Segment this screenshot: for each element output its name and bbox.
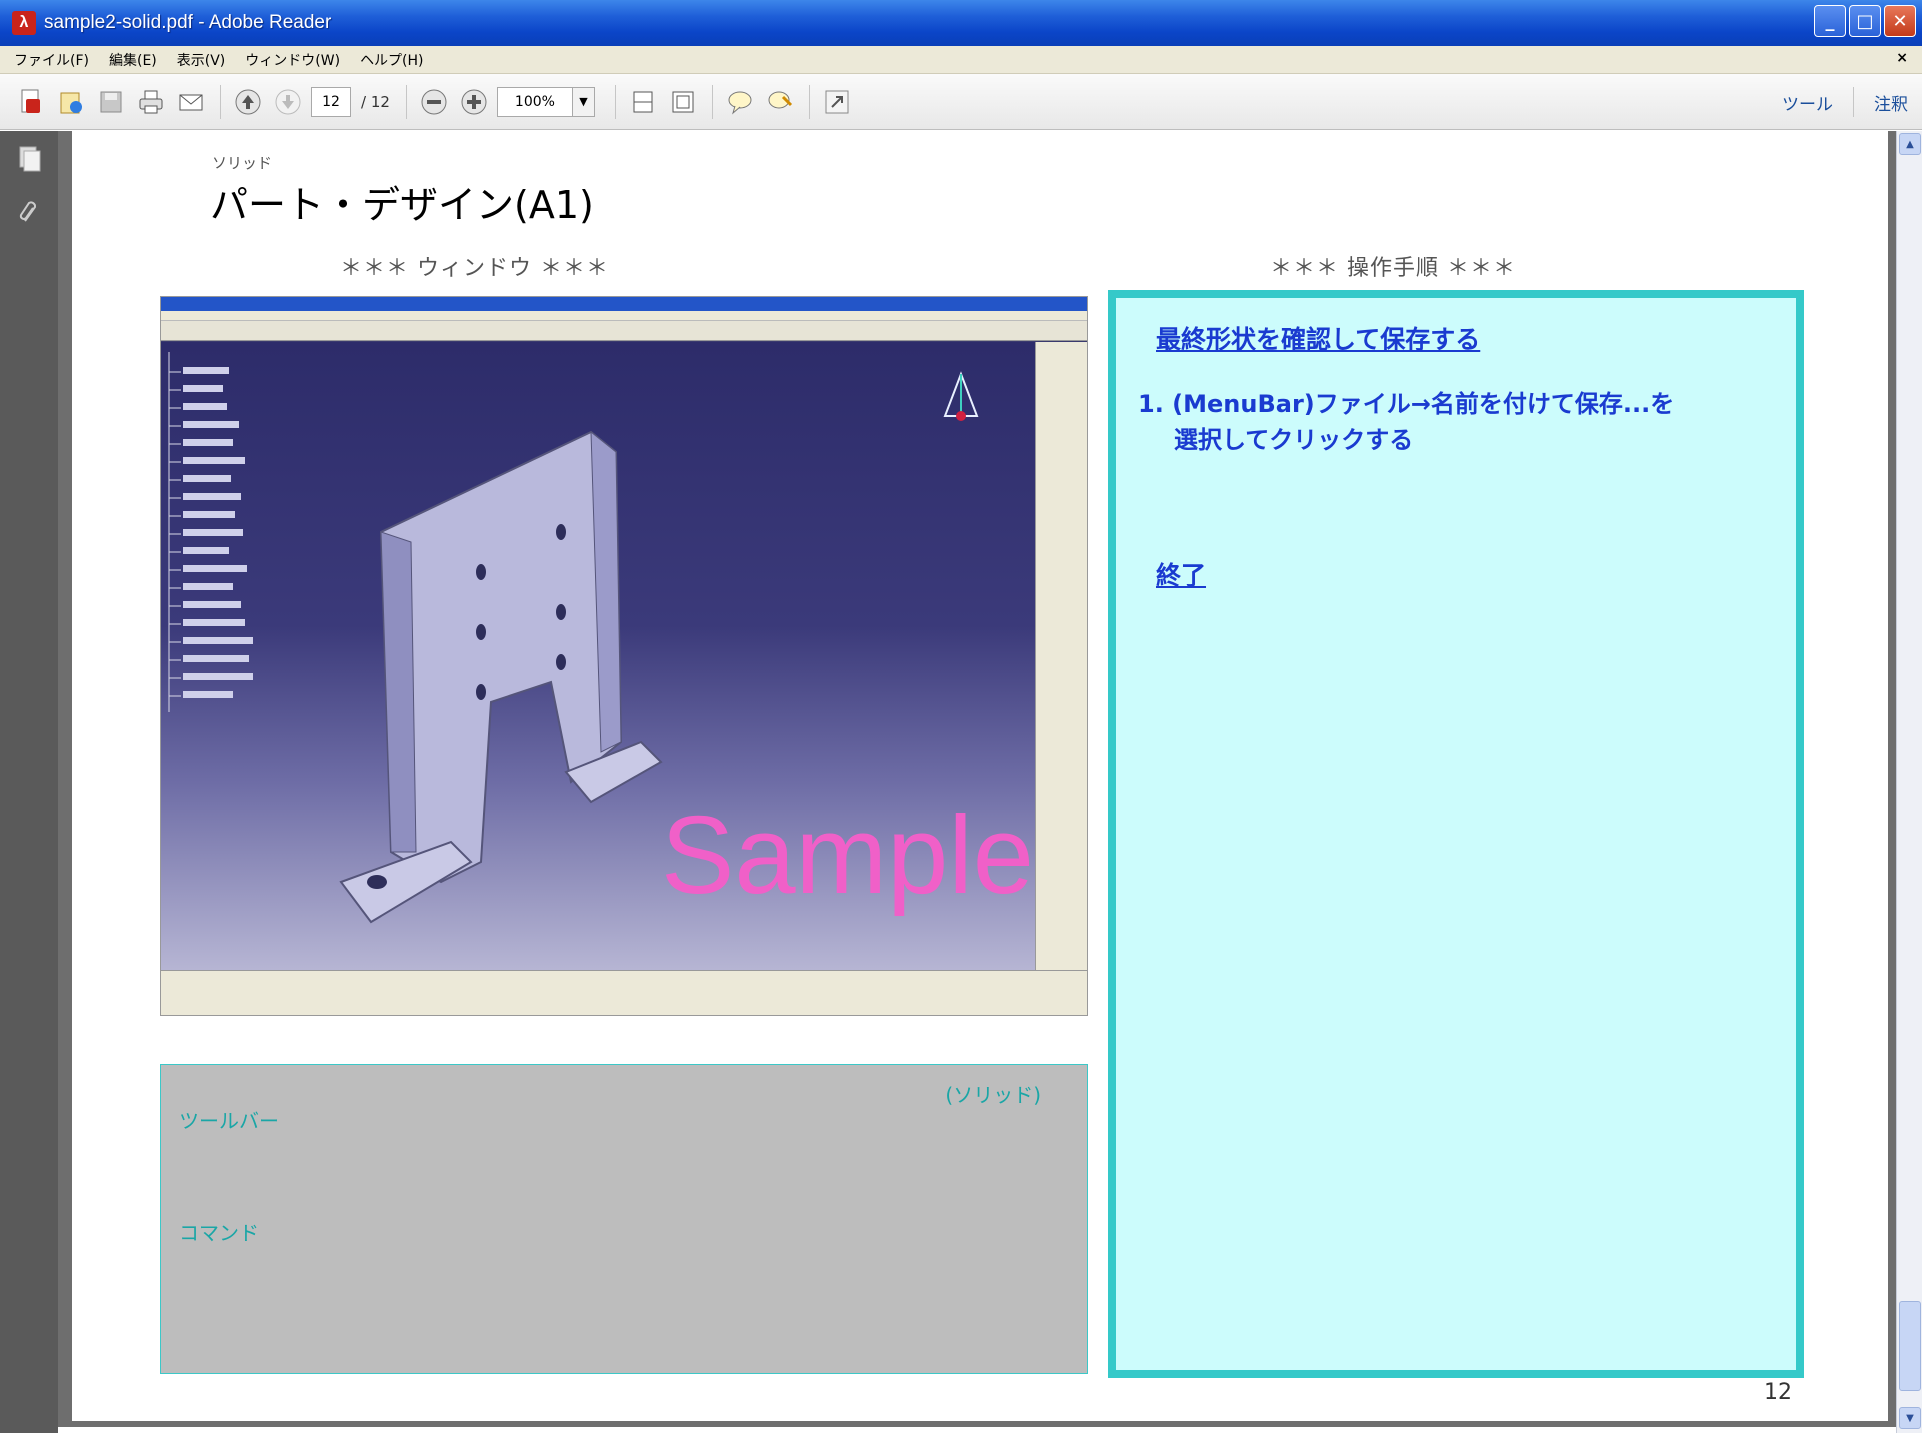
previous-page-icon[interactable] <box>231 85 265 119</box>
comment-icon[interactable] <box>723 85 757 119</box>
adobe-reader-icon: λ <box>12 11 36 35</box>
catia-bottom-toolbar <box>161 970 1087 1015</box>
section-heading-procedure: ＊＊＊ 操作手順 ＊＊＊ <box>1270 256 1516 281</box>
save-icon[interactable] <box>94 85 128 119</box>
catia-3d-viewport: Sample <box>161 342 1037 972</box>
maximize-button[interactable]: □ <box>1849 5 1881 37</box>
close-document-button[interactable]: × <box>1896 50 1908 66</box>
window-title: sample2-solid.pdf - Adobe Reader <box>44 12 332 33</box>
menu-bar: ファイル(F) 編集(E) 表示(V) ウィンドウ(W) ヘルプ(H) × <box>0 46 1922 74</box>
zoom-in-icon[interactable] <box>457 85 491 119</box>
menu-file[interactable]: ファイル(F) <box>0 50 99 70</box>
toolbar-label: ツールバー <box>179 1109 279 1133</box>
solid-label: (ソリッド) <box>945 1083 1041 1107</box>
section-heading-window: ＊＊＊ ウィンドウ ＊＊＊ <box>340 256 609 281</box>
print-icon[interactable] <box>134 85 168 119</box>
fit-width-icon[interactable] <box>666 85 700 119</box>
zoom-out-icon[interactable] <box>417 85 451 119</box>
command-label: コマンド <box>179 1221 259 1245</box>
catia-toolbar <box>161 321 1087 341</box>
toolbar-separator <box>614 84 616 119</box>
toolbar-separator <box>405 84 407 119</box>
menu-window[interactable]: ウィンドウ(W) <box>235 50 350 70</box>
toolbar-right-group: ツール 注釈 <box>1782 74 1908 130</box>
toolbar-command-info-box: (ソリッド) ツールバー コマンド <box>160 1064 1088 1374</box>
page-title: パート・デザイン(A1) <box>210 183 594 227</box>
end-link[interactable]: 終了 <box>1156 556 1206 592</box>
save-final-shape-link[interactable]: 最終形状を確認して保存する <box>1156 320 1480 356</box>
highlight-icon[interactable] <box>763 85 797 119</box>
comment-button[interactable]: 注釈 <box>1874 90 1908 115</box>
next-page-icon[interactable] <box>271 85 305 119</box>
tools-button[interactable]: ツール <box>1782 90 1833 115</box>
page-number: 12 <box>1764 1380 1792 1405</box>
procedure-step-1-continued: 選択してクリックする <box>1174 426 1414 454</box>
category-label: ソリッド <box>212 154 273 172</box>
procedure-step-1: 1. (MenuBar)ファイル→名前を付けて保存...を <box>1138 390 1675 418</box>
zoom-level-input[interactable]: 100% <box>496 86 573 117</box>
toolbar-separator <box>808 84 810 119</box>
navigation-pane <box>0 131 58 1433</box>
create-pdf-icon[interactable] <box>14 85 48 119</box>
scroll-down-icon[interactable]: ▼ <box>1899 1407 1921 1429</box>
vertical-scrollbar[interactable]: ▲ ▼ <box>1896 131 1922 1433</box>
toolbar-separator <box>1853 87 1854 117</box>
minimize-button[interactable]: _ <box>1814 5 1846 37</box>
page-thumbnails-icon[interactable] <box>17 145 43 173</box>
toolbar: 12 / 12 100% ▼ ツール 注釈 <box>0 74 1922 130</box>
toolbar-separator <box>220 84 221 119</box>
compass-icon <box>943 371 979 421</box>
scroll-up-icon[interactable]: ▲ <box>1899 133 1921 155</box>
menu-edit[interactable]: 編集(E) <box>99 50 167 70</box>
menu-view[interactable]: 表示(V) <box>167 50 236 70</box>
email-icon[interactable] <box>174 85 208 119</box>
scrollbar-thumb[interactable] <box>1899 1301 1921 1391</box>
menu-help[interactable]: ヘルプ(H) <box>350 50 433 70</box>
expand-icon[interactable] <box>820 85 854 119</box>
catia-right-toolbar <box>1035 342 1087 972</box>
zoom-dropdown-chevron-icon[interactable]: ▼ <box>572 86 595 117</box>
page-number-input[interactable]: 12 <box>311 86 351 117</box>
window-controls: _ □ ✕ <box>1814 5 1916 37</box>
title-bar: λ sample2-solid.pdf - Adobe Reader _ □ ✕ <box>0 0 1922 46</box>
catia-menu-bar <box>161 311 1087 321</box>
toolbar-separator <box>711 84 713 119</box>
procedure-panel: 最終形状を確認して保存する 1. (MenuBar)ファイル→名前を付けて保存.… <box>1108 290 1804 1378</box>
fit-page-icon[interactable] <box>626 85 660 119</box>
open-icon[interactable] <box>54 85 88 119</box>
sample-watermark: Sample <box>661 794 1034 917</box>
catia-title-bar <box>161 297 1087 311</box>
page-total: / 12 <box>361 92 390 111</box>
close-button[interactable]: ✕ <box>1884 5 1916 37</box>
catia-screenshot-image: Sample <box>160 296 1088 1016</box>
attachments-paperclip-icon[interactable] <box>17 199 43 227</box>
